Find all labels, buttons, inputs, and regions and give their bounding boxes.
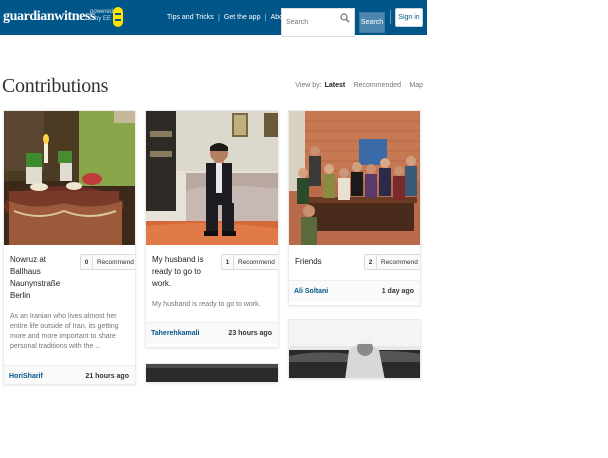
contribution-card[interactable] xyxy=(288,319,421,379)
author-name[interactable]: Ali Soltani xyxy=(294,288,328,295)
nav-tips-and-tricks[interactable]: Tips and Tricks xyxy=(167,14,214,21)
ee-logo-icon[interactable] xyxy=(113,7,123,27)
recommend-count: 0 xyxy=(81,255,93,269)
search-input[interactable] xyxy=(282,9,338,35)
card-footer: Ali Soltani 1 day ago xyxy=(289,280,420,302)
contribution-photo[interactable] xyxy=(146,111,278,245)
top-nav: Tips and Tricks | Get the app | About xyxy=(167,13,289,22)
card-title[interactable]: My husband is ready to go to work. xyxy=(152,254,214,290)
card-description: My husband is ready to go to work. xyxy=(152,301,261,308)
recommend-count: 2 xyxy=(365,255,377,269)
photo-partial-image xyxy=(146,364,278,382)
sign-in-button[interactable]: Sign in xyxy=(395,8,423,27)
view-option-recommended[interactable]: Recommended xyxy=(354,82,401,89)
recommend-button[interactable]: 0 Recommend xyxy=(80,254,135,270)
powered-by-text: powered by EE xyxy=(90,9,114,22)
contribution-card[interactable]: My husband is ready to go to work. 1 Rec… xyxy=(145,110,279,348)
photo-black-and-white-image xyxy=(289,320,420,378)
post-time: 1 day ago xyxy=(381,288,414,295)
contribution-photo[interactable] xyxy=(289,111,420,245)
photo-nowruz-table-image xyxy=(4,111,135,245)
view-option-map[interactable]: Map xyxy=(409,82,423,89)
search-field[interactable] xyxy=(281,8,355,37)
nav-separator: | xyxy=(217,13,220,22)
contribution-card[interactable]: Nowruz at Ballhaus Naunynstraße Berlin 0… xyxy=(3,110,136,385)
author-name[interactable]: HoriSharif xyxy=(9,373,43,380)
post-time: 23 hours ago xyxy=(228,330,272,337)
nav-separator: | xyxy=(264,13,267,22)
contribution-photo[interactable] xyxy=(4,111,135,245)
recommend-label: Recommend xyxy=(381,258,418,266)
post-time: 21 hours ago xyxy=(85,373,129,380)
page-title: Contributions xyxy=(2,75,109,97)
site-logo[interactable]: guardianwitness xyxy=(3,9,95,25)
contribution-card[interactable] xyxy=(145,363,279,383)
recommend-label: Recommend xyxy=(97,258,134,266)
view-option-latest[interactable]: Latest xyxy=(325,82,346,89)
header-divider xyxy=(390,10,391,24)
card-title[interactable]: Friends xyxy=(295,256,355,268)
card-title[interactable]: Nowruz at Ballhaus Naunynstraße Berlin xyxy=(10,254,78,302)
contribution-card[interactable]: Friends 2 Recommend Ali Soltani 1 day ag… xyxy=(288,110,421,306)
recommend-label: Recommend xyxy=(238,258,275,266)
recommend-button[interactable]: 1 Recommend xyxy=(221,254,278,270)
contribution-photo[interactable] xyxy=(289,320,420,378)
card-footer: HoriSharif 21 hours ago xyxy=(4,365,135,384)
recommend-count: 1 xyxy=(222,255,234,269)
search-button[interactable]: Search xyxy=(359,12,385,33)
view-by-selector: View by: Latest · Recommended · Map xyxy=(295,82,423,89)
photo-friends-group-image xyxy=(289,111,420,245)
contribution-photo[interactable] xyxy=(146,364,278,382)
view-by-label: View by: xyxy=(295,82,322,89)
search-icon[interactable] xyxy=(340,13,350,23)
recommend-button[interactable]: 2 Recommend xyxy=(364,254,420,270)
photo-man-sofa-image xyxy=(146,111,278,245)
card-footer: Taherehkamali 23 hours ago xyxy=(146,322,278,344)
nav-get-the-app[interactable]: Get the app xyxy=(224,14,261,21)
card-description: As an Iranian who lives almost her entir… xyxy=(10,313,119,350)
author-name[interactable]: Taherehkamali xyxy=(151,330,200,337)
